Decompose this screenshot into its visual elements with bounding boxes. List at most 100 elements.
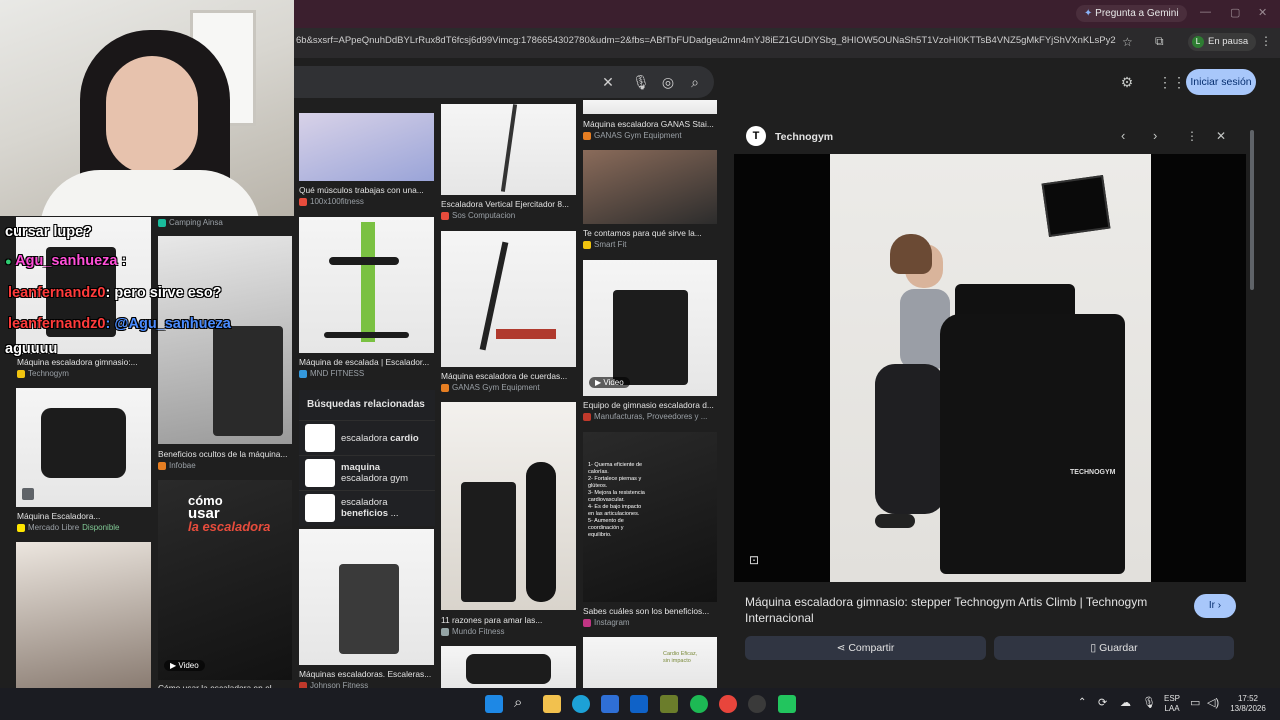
volume-icon[interactable]: ◁) xyxy=(1207,696,1219,709)
technogym-logo-icon: T xyxy=(746,126,766,146)
webcam-person-face xyxy=(106,56,198,174)
result-source: Instagram xyxy=(583,618,717,627)
result-source: MND FITNESS xyxy=(299,369,434,378)
clock[interactable]: 17:52 13/8/2026 xyxy=(1226,694,1270,714)
result-image[interactable] xyxy=(16,388,151,507)
result-source: Sos Computacion xyxy=(441,211,576,220)
close-panel-icon[interactable]: ✕ xyxy=(1216,129,1226,143)
obs-icon[interactable] xyxy=(748,695,766,713)
apps-grid-icon[interactable]: ⋮⋮ xyxy=(1158,73,1186,91)
model-hair xyxy=(890,234,932,274)
related-item[interactable]: escaladora beneficios ... xyxy=(299,490,435,525)
mercadolibre-favicon-icon xyxy=(17,523,25,532)
edge-icon[interactable] xyxy=(572,695,590,713)
lens-icon[interactable]: ◎ xyxy=(659,73,677,91)
result-image[interactable] xyxy=(158,236,292,444)
search-icon[interactable]: ⌕ xyxy=(686,73,704,91)
extensions-icon[interactable]: ⧉ xyxy=(1155,34,1164,49)
settings-gear-icon[interactable]: ⚙ xyxy=(1118,73,1136,91)
webcam-overlay xyxy=(0,0,294,216)
more-options-icon[interactable]: ⋮ xyxy=(1186,129,1198,143)
result-caption[interactable]: Qué músculos trabajas con una... xyxy=(299,185,434,195)
result-source: 100x100fitness xyxy=(299,197,434,206)
share-button[interactable]: ⋖ Compartir xyxy=(745,636,986,660)
result-caption[interactable]: Máquina escaladora de cuerdas... xyxy=(441,371,576,381)
result-source: Camping Ainsa xyxy=(158,218,292,227)
fitness-favicon-icon xyxy=(299,197,307,206)
result-caption[interactable]: Beneficios ocultos de la máquina... xyxy=(158,449,292,459)
profile-button[interactable]: L En pausa xyxy=(1188,33,1257,51)
result-caption[interactable]: Máquinas escaladoras. Escaleras... xyxy=(299,669,434,679)
prev-image-icon[interactable]: ‹ xyxy=(1121,128,1125,143)
lens-search-icon[interactable]: ⊡ xyxy=(749,553,759,567)
streaming-app-icon[interactable] xyxy=(778,695,796,713)
result-image[interactable] xyxy=(299,113,434,181)
clear-search-icon[interactable]: ✕ xyxy=(599,73,617,91)
panel-scrollbar[interactable] xyxy=(1250,130,1254,290)
next-image-icon[interactable]: › xyxy=(1153,128,1157,143)
result-image[interactable] xyxy=(299,217,434,353)
result-caption[interactable]: Sabes cuáles son los beneficios... xyxy=(583,606,717,616)
store-icon[interactable] xyxy=(601,695,619,713)
result-image-video[interactable]: ▶ Video xyxy=(583,260,717,396)
result-caption[interactable]: Te contamos para qué sirve la... xyxy=(583,228,717,238)
tray-sync-icon[interactable]: ⟳ xyxy=(1098,696,1107,709)
microphone-icon[interactable]: 🎙 xyxy=(632,73,650,91)
share-icon: ⋖ xyxy=(836,642,849,654)
result-image[interactable] xyxy=(441,104,576,195)
tray-chevron-icon[interactable]: ⌃ xyxy=(1078,697,1086,708)
video-badge: ▶ Video xyxy=(589,377,630,388)
preview-image[interactable]: TECHNOGYM xyxy=(830,154,1151,582)
network-icon[interactable]: ▭ xyxy=(1190,696,1200,709)
result-image[interactable] xyxy=(583,100,717,114)
app-icon[interactable] xyxy=(660,695,678,713)
result-image[interactable]: Cardio Eficaz, sin impacto xyxy=(583,637,717,688)
chrome-icon[interactable] xyxy=(719,695,737,713)
result-caption[interactable]: Equipo de gimnasio escaladora d... xyxy=(583,400,717,410)
result-caption[interactable]: Máquina Escaladora... xyxy=(17,511,151,521)
result-image[interactable] xyxy=(441,646,576,688)
result-image[interactable] xyxy=(299,529,434,665)
outlook-icon[interactable] xyxy=(630,695,648,713)
tray-cloud-icon[interactable]: ☁ xyxy=(1120,696,1131,709)
taskbar-search-icon[interactable]: ⌕ xyxy=(514,694,522,711)
spotify-icon[interactable] xyxy=(690,695,708,713)
file-explorer-icon[interactable] xyxy=(543,695,561,713)
language-indicator[interactable]: ESP LAA xyxy=(1160,694,1184,714)
bookmark-icon: ▯ xyxy=(1090,642,1100,654)
minimize-icon[interactable]: — xyxy=(1200,6,1211,18)
panel-site-name[interactable]: Technogym xyxy=(775,131,833,143)
webcam-person-shirt xyxy=(40,170,260,216)
signin-button[interactable]: Iniciar sesión xyxy=(1186,69,1256,95)
close-window-icon[interactable]: ✕ xyxy=(1258,6,1267,19)
windows-start-icon[interactable] xyxy=(485,695,503,713)
search-input[interactable] xyxy=(294,66,714,98)
tray-mic-icon[interactable]: 🎙 xyxy=(1142,696,1156,709)
avatar: L xyxy=(1192,36,1204,48)
browser-menu-icon[interactable]: ⋮ xyxy=(1260,34,1272,48)
visit-button[interactable]: Ir › xyxy=(1194,594,1236,618)
result-image-video[interactable]: cómo usar la escaladora ▶ Video xyxy=(158,480,292,680)
related-searches: Búsquedas relacionadas escaladora cardio… xyxy=(299,390,435,526)
gemini-label: Pregunta a Gemini xyxy=(1095,8,1179,19)
related-item[interactable]: maquina escaladora gym xyxy=(299,455,435,490)
result-image[interactable] xyxy=(441,402,576,610)
result-image[interactable]: 1- Quema eficiente de calorías. 2- Forta… xyxy=(583,432,717,602)
result-caption[interactable]: Máquina escaladora gimnasio:... xyxy=(17,357,151,367)
related-thumbnail xyxy=(305,494,335,522)
gemini-button[interactable]: ✦ Pregunta a Gemini xyxy=(1076,5,1187,22)
save-button[interactable]: ▯ Guardar xyxy=(994,636,1234,660)
panel-title[interactable]: Máquina escaladora gimnasio: stepper Tec… xyxy=(745,594,1165,626)
maximize-icon[interactable]: ▢ xyxy=(1230,6,1240,19)
result-caption[interactable]: Máquina escaladora GANAS Stai... xyxy=(583,119,717,129)
result-caption[interactable]: Escaladora Vertical Ejercitador 8... xyxy=(441,199,576,209)
related-item[interactable]: escaladora cardio xyxy=(299,420,435,455)
chat-line: leanfernandz0: @Agu_sanhueza xyxy=(8,316,231,332)
result-caption[interactable]: Máquina de escalada | Escalador... xyxy=(299,357,434,367)
bookmark-star-icon[interactable]: ☆ xyxy=(1122,35,1133,49)
result-image[interactable] xyxy=(583,150,717,224)
result-image[interactable] xyxy=(16,542,151,688)
result-caption[interactable]: 11 razones para amar las... xyxy=(441,615,576,625)
url-field[interactable]: 6b&sxsrf=APpeQnuhDdBYLrRux8dT6fcsj6d99Vi… xyxy=(296,35,1116,51)
result-image[interactable] xyxy=(441,231,576,367)
